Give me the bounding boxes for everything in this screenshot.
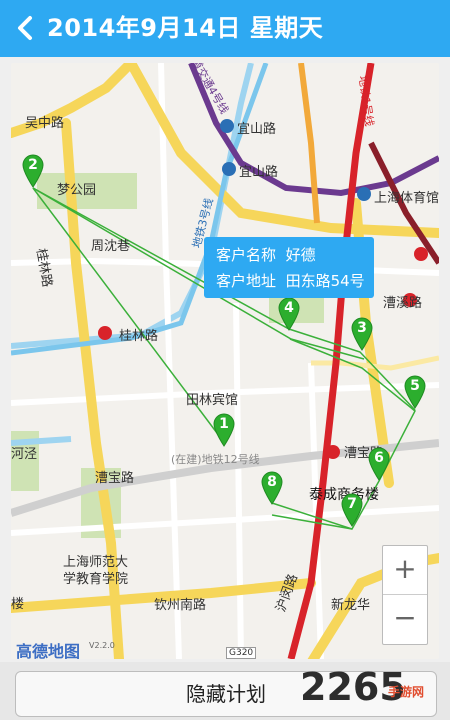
route-pin[interactable]: 5 [403,375,427,409]
pin-number: 7 [347,496,357,512]
route-pin[interactable]: 8 [260,471,284,505]
map-logo-version: V2.2.0 [89,641,115,650]
station-label: 宜山路 [239,165,279,180]
route-pin[interactable]: 2 [21,154,45,188]
area-label: 河泾 [11,447,38,462]
pin-number: 6 [374,450,384,466]
road-label: 吴中路 [25,116,65,131]
zoom-in-button[interactable]: + [383,546,427,594]
area-label: 周沈巷 [91,239,131,254]
station-label: 桂林路 [119,329,159,344]
road-label: 钦州南路 [154,598,207,613]
route-pin[interactable]: 7 [340,493,364,527]
road-label: 漕宝路 [95,471,135,486]
customer-name-value: 好德 [285,246,316,264]
pin-number: 2 [28,157,38,173]
poi-label: 田林宾馆 [186,393,239,408]
top-bar: 2014年9月14日 星期天 [0,0,450,57]
station-label: 宜山路 [237,122,277,137]
station-label: 漕溪路 [383,296,423,311]
poi-label: 学教育学院 [63,572,129,587]
customer-address-label: 客户地址 [216,272,277,290]
chevron-left-icon[interactable] [10,12,40,44]
road-label: G320 [226,647,257,659]
zoom-out-button[interactable]: − [383,595,427,643]
pin-number: 4 [284,300,294,316]
station-label: 上海体育馆 [374,191,439,206]
zoom-controls: + − [382,545,428,645]
map-logo: 高德地图 [16,642,81,659]
pin-number: 8 [267,474,277,490]
route-pin[interactable]: 6 [367,447,391,481]
area-label: 新龙华 [331,598,371,613]
route-pin[interactable]: 3 [350,317,374,351]
watermark-sub: 手游网 [388,685,425,699]
watermark: 2265 手游网 [300,665,450,720]
customer-address-value: 田东路54号 [285,272,365,290]
route-pin[interactable]: 4 [277,297,301,331]
park-label: 梦公园 [57,183,97,198]
pin-number: 1 [219,416,229,432]
pin-number: 5 [410,378,420,394]
metro-label: (在建)地铁12号线 [171,453,260,466]
page-title: 2014年9月14日 星期天 [47,14,324,42]
route-pin[interactable]: 1 [212,413,236,447]
map-view[interactable]: 吴中路 梦公园 周沈巷 桂林路 田林宾馆 宜山路 宜山路 上海体育馆 漕溪路 漕… [11,63,439,659]
area-label: 楼 [11,597,25,612]
pin-number: 3 [357,320,367,336]
customer-name-label: 客户名称 [216,246,277,264]
customer-info-callout[interactable]: 客户名称 好德 客户地址 田东路54号 [204,237,374,298]
